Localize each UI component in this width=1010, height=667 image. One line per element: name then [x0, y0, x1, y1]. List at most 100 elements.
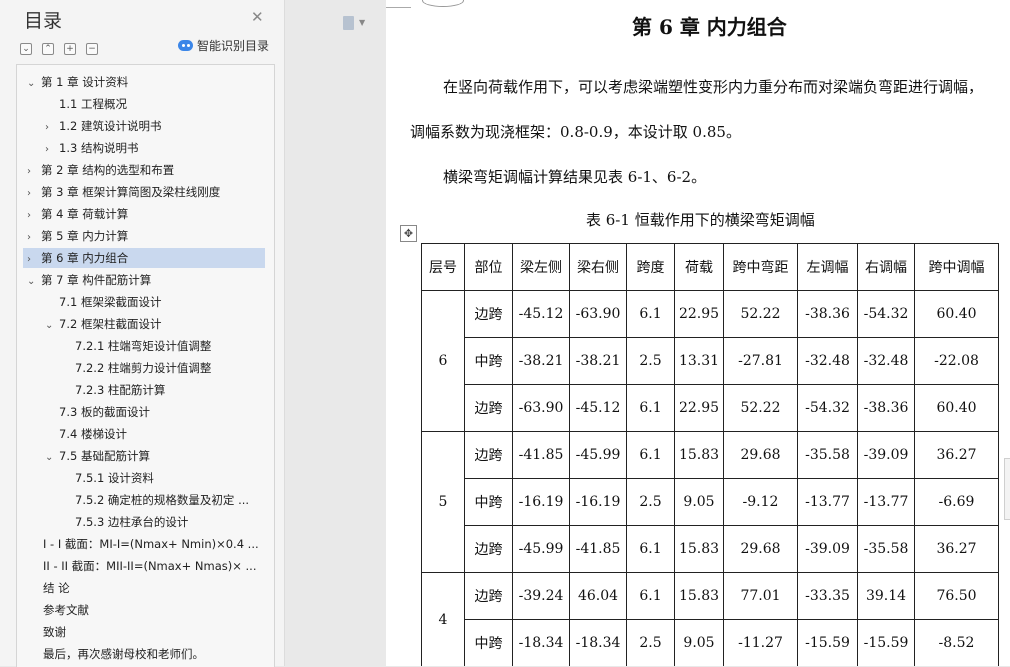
- toc-item[interactable]: I - I 截面：MI-I=(Nmax+ Nmin)×0.4 ...: [17, 534, 272, 554]
- toc-item[interactable]: 最后，再次感谢母校和老师们。: [17, 644, 272, 664]
- toc-item[interactable]: ⌄ 7.5 基础配筋计算: [17, 446, 272, 466]
- toc-item[interactable]: 7.5.2 确定桩的规格数量及初定 ...: [17, 490, 272, 510]
- toc-item[interactable]: › 1.2 建筑设计说明书: [17, 116, 272, 136]
- table-cell: -15.59: [797, 619, 858, 666]
- document-page: 第 6 章 内力组合 在竖向荷载作用下，可以考虑梁端塑性变形内力重分布而对梁端负…: [386, 0, 1010, 666]
- table-row: 中跨 -38.21 -38.21 2.5 13.31 -27.81 -32.48 -32.48…: [422, 337, 999, 385]
- toc-item[interactable]: 7.3 板的截面设计: [17, 402, 272, 422]
- table-cell: 13.31: [674, 337, 724, 385]
- toc-item[interactable]: 结 论: [17, 578, 272, 598]
- toc-item[interactable]: 7.1 框架梁截面设计: [17, 292, 272, 312]
- smart-toc-button[interactable]: 智能识别目录: [178, 37, 269, 54]
- table-move-icon[interactable]: ✥: [400, 225, 417, 242]
- chevron-down-icon[interactable]: ⌄: [27, 272, 41, 290]
- table-cell: -38.21: [569, 337, 627, 385]
- chevron-right-icon[interactable]: ›: [27, 250, 41, 268]
- table-cell: -8.52: [914, 619, 999, 666]
- toc-item[interactable]: II - II 截面：MII-II=(Nmax+ Nmas)× ...: [17, 556, 272, 576]
- toc-item[interactable]: 7.4 楼梯设计: [17, 424, 272, 444]
- table-cell: 边跨: [464, 290, 513, 338]
- table-row: 4 边跨 -39.24 46.04 6.1 15.83 77.01 -33.35 39.14 76…: [421, 572, 999, 666]
- table-row: 中跨 -16.19 -16.19 2.5 9.05 -9.12 -13.77 -13.77 -6…: [422, 478, 999, 526]
- table-cell: -16.19: [512, 478, 570, 526]
- toc-item-label: II - II 截面：MII-II=(Nmax+ Nmas)× ...: [43, 559, 257, 573]
- toc-item[interactable]: ⌄ 7.2 框架柱截面设计: [17, 314, 272, 334]
- table-cell: 29.68: [723, 431, 798, 479]
- table-cell: -63.90: [512, 384, 570, 432]
- collapse-all-icon[interactable]: ⌃: [42, 42, 54, 55]
- toc-item-label: 1.3 结构说明书: [59, 141, 139, 155]
- toc-item[interactable]: › 第 3 章 框架计算简图及梁柱线刚度: [17, 182, 272, 202]
- chevron-right-icon[interactable]: ›: [27, 184, 41, 202]
- chevron-right-icon[interactable]: ›: [27, 162, 41, 180]
- column-header: 梁右侧: [569, 243, 627, 291]
- table-cell: 2.5: [626, 619, 675, 666]
- toc-item[interactable]: ⌄ 第 1 章 设计资料: [17, 72, 272, 92]
- toc-item-label: 7.2 框架柱截面设计: [59, 317, 162, 331]
- plus-icon[interactable]: +: [64, 42, 76, 55]
- table-cell: -16.19: [569, 478, 627, 526]
- chevron-down-icon[interactable]: ⌄: [45, 316, 59, 334]
- chevron-right-icon[interactable]: ›: [27, 228, 41, 246]
- table-cell: -45.99: [512, 525, 570, 573]
- table-row: 5 边跨 -41.85 -45.99 6.1 15.83 29.68 -35.58 -39.09…: [421, 431, 999, 573]
- column-header: 左调幅: [797, 243, 858, 291]
- toc-item[interactable]: › 第 4 章 荷载计算: [17, 204, 272, 224]
- toc-item[interactable]: › 第 6 章 内力组合: [23, 248, 265, 268]
- table-cell: -45.12: [512, 290, 570, 338]
- table-cell: -18.34: [569, 619, 627, 666]
- smart-toc-label: 智能识别目录: [197, 39, 270, 53]
- toc-item[interactable]: 参考文献: [17, 600, 272, 620]
- toc-item-label: 7.2.3 柱配筋计算: [75, 383, 166, 397]
- table-cell: 15.83: [674, 431, 724, 479]
- university-logo: [422, 0, 464, 7]
- chevron-right-icon[interactable]: ›: [27, 206, 41, 224]
- paragraph-3: 横梁弯矩调幅计算结果见表 6-1、6-2。: [443, 168, 707, 186]
- chevron-down-icon[interactable]: ⌄: [45, 448, 59, 466]
- table-cell: -27.81: [723, 337, 798, 385]
- document-icon[interactable]: [343, 16, 354, 30]
- chevron-down-icon[interactable]: ⌄: [27, 74, 41, 92]
- toc-item[interactable]: 致谢: [17, 622, 272, 642]
- toc-item-label: 7.3 板的截面设计: [59, 405, 150, 419]
- close-icon[interactable]: ✕: [251, 8, 264, 26]
- page-gutter: ▼: [285, 0, 385, 666]
- minus-icon[interactable]: −: [86, 42, 98, 55]
- floor-cell: 4: [421, 572, 465, 666]
- toc-item-label: 参考文献: [43, 603, 89, 617]
- table-cell: 6.1: [626, 525, 675, 573]
- expand-all-icon[interactable]: ⌄: [20, 42, 32, 55]
- toc-item[interactable]: › 第 5 章 内力计算: [17, 226, 272, 246]
- table-cell: 2.5: [626, 478, 675, 526]
- table-cell: 中跨: [464, 478, 513, 526]
- table-cell: 9.05: [674, 478, 724, 526]
- toc-item[interactable]: 1.1 工程概况: [17, 94, 272, 114]
- chevron-right-icon[interactable]: ›: [45, 140, 59, 158]
- toc-item-label: 第 7 章 构件配筋计算: [41, 273, 152, 287]
- table-cell: -39.09: [797, 525, 858, 573]
- toc-item-label: 7.4 楼梯设计: [59, 427, 127, 441]
- toc-item[interactable]: 7.5.3 边柱承台的设计: [17, 512, 272, 532]
- toc-item[interactable]: › 1.3 结构说明书: [17, 138, 272, 158]
- table-cell: -39.24: [512, 572, 570, 620]
- toc-item[interactable]: › 第 2 章 结构的选型和布置: [17, 160, 272, 180]
- moment-table: 层号 部位 梁左侧 梁右侧 跨度 荷载 跨中弯距 左调幅 右调幅 跨中调幅 6 边跨 -45.12 -6…: [421, 243, 999, 666]
- toc-item[interactable]: 7.2.1 柱端弯矩设计值调整: [17, 336, 272, 356]
- chevron-right-icon[interactable]: ›: [45, 118, 59, 136]
- scrollbar-handle[interactable]: [1004, 458, 1010, 520]
- table-cell: 76.50: [914, 572, 999, 620]
- table-cell: 6.1: [626, 384, 675, 432]
- chevron-down-icon[interactable]: ▼: [359, 18, 365, 27]
- table-cell: 29.68: [723, 525, 798, 573]
- paragraph-2: 调幅系数为现浇框架：0.8-0.9，本设计取 0.85。: [410, 123, 741, 141]
- table-cell: -35.58: [857, 525, 915, 573]
- table-cell: -22.08: [914, 337, 999, 385]
- toc-item-label: 7.2.1 柱端弯矩设计值调整: [75, 339, 212, 353]
- table-cell: -32.48: [857, 337, 915, 385]
- toc-item[interactable]: 7.2.3 柱配筋计算: [17, 380, 272, 400]
- toc-item[interactable]: 7.5.1 设计资料: [17, 468, 272, 488]
- table-caption: 表 6-1 恒载作用下的横梁弯矩调幅: [586, 211, 815, 229]
- table-cell: -38.36: [857, 384, 915, 432]
- toc-item[interactable]: ⌄ 第 7 章 构件配筋计算: [17, 270, 272, 290]
- toc-item[interactable]: 7.2.2 柱端剪力设计值调整: [17, 358, 272, 378]
